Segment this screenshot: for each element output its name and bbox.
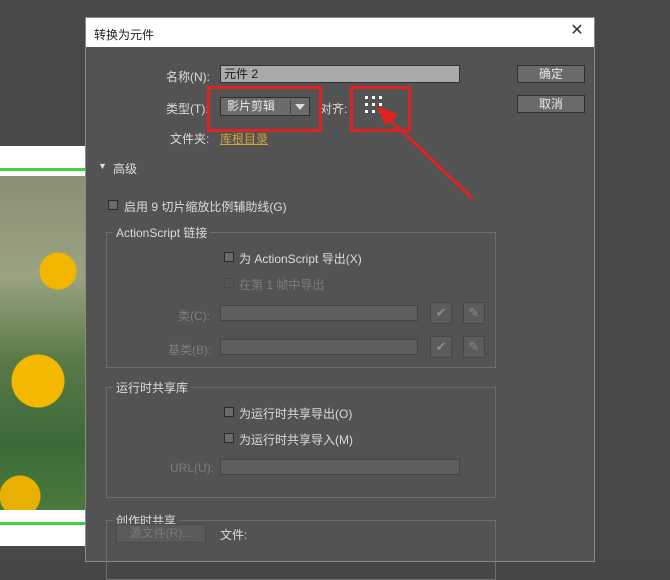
close-icon[interactable]: ✕: [568, 22, 586, 40]
sunflower-image: [0, 176, 86, 510]
name-label: 名称(N):: [166, 70, 210, 84]
name-input[interactable]: 元件 2: [220, 65, 460, 83]
export-runtime-label: 为运行时共享导出(O): [239, 407, 353, 421]
check-icon[interactable]: ✔: [430, 336, 452, 358]
url-label: URL(U):: [170, 461, 214, 475]
ok-button[interactable]: 确定: [517, 65, 585, 83]
export-frame1-checkbox[interactable]: [224, 278, 234, 288]
export-frame1-label: 在第 1 帧中导出: [239, 278, 325, 292]
folder-label: 文件夹:: [170, 132, 210, 146]
actionscript-group-title: ActionScript 链接: [113, 224, 211, 241]
check-icon[interactable]: ✔: [430, 302, 452, 324]
import-runtime-label: 为运行时共享导入(M): [239, 433, 353, 447]
base-class-label: 基类(B):: [168, 343, 212, 357]
enable-9slice-checkbox[interactable]: [108, 200, 118, 210]
enable-9slice-label: 启用 9 切片缩放比例辅助线(G): [124, 200, 287, 214]
class-label: 类(C):: [178, 309, 210, 323]
source-file-button[interactable]: 源文件(R)...: [116, 524, 206, 543]
guide-line-top: [0, 168, 86, 171]
export-runtime-checkbox[interactable]: [224, 407, 234, 417]
collapse-triangle-icon[interactable]: ▼: [98, 161, 107, 171]
pencil-icon[interactable]: ✎: [463, 302, 485, 324]
file-label: 文件:: [220, 528, 248, 542]
annotation-arrow-icon: [376, 106, 474, 200]
annotation-box-type: [207, 86, 322, 132]
dialog-title: 转换为元件: [94, 28, 155, 42]
guide-line-bottom: [0, 522, 86, 525]
dialog-titlebar: 转换为元件 ✕: [86, 18, 594, 47]
align-label: 对齐:: [320, 102, 348, 116]
url-input[interactable]: [220, 459, 460, 475]
pencil-icon[interactable]: ✎: [463, 336, 485, 358]
convert-to-symbol-dialog: 转换为元件 ✕ 名称(N): 元件 2 类型(T): 影片剪辑 对齐: 文件夹:…: [85, 17, 595, 580]
base-class-input[interactable]: [220, 339, 418, 355]
cancel-button[interactable]: 取消: [517, 95, 585, 113]
runtime-group-title: 运行时共享库: [113, 379, 192, 396]
advanced-toggle[interactable]: 高级: [113, 160, 137, 177]
import-runtime-checkbox[interactable]: [224, 433, 234, 443]
export-actionscript-checkbox[interactable]: [224, 252, 234, 262]
export-actionscript-label: 为 ActionScript 导出(X): [239, 252, 362, 266]
type-label: 类型(T):: [166, 102, 209, 116]
class-input[interactable]: [220, 305, 418, 321]
folder-link[interactable]: 库根目录: [220, 130, 268, 147]
